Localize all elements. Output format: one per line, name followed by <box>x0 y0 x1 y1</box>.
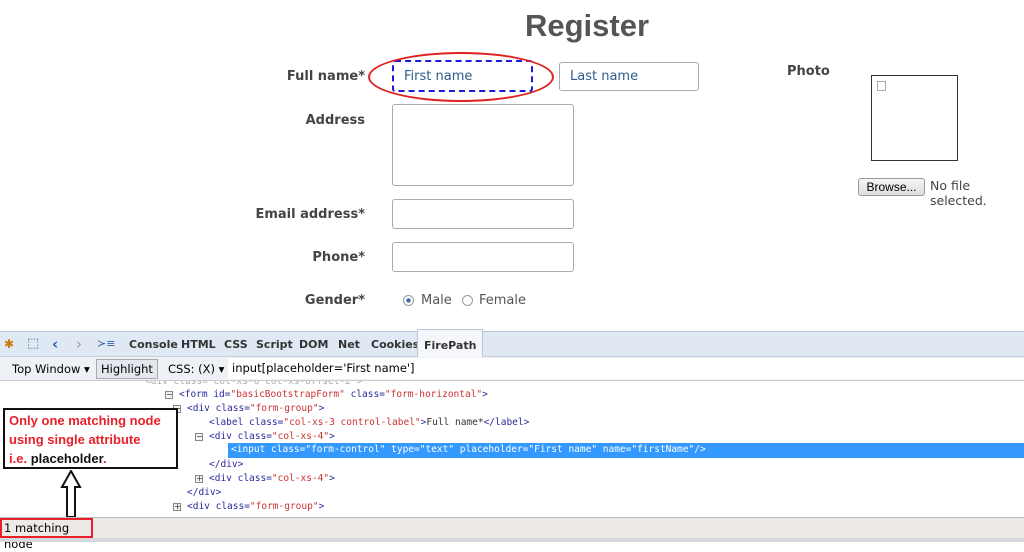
address-textarea[interactable] <box>392 104 574 186</box>
collapse-icon[interactable]: − <box>195 433 203 441</box>
firepath-toolbar: Top Window ▾ Highlight CSS: (X) ▾ input[… <box>0 357 1024 381</box>
full-name-label: Full name* <box>286 69 365 84</box>
phone-label: Phone* <box>312 250 365 265</box>
tab-script[interactable]: Script <box>256 332 293 358</box>
gender-label: Gender* <box>304 293 365 308</box>
tab-firepath[interactable]: FirePath ▾ <box>417 329 483 383</box>
window-select[interactable]: Top Window ▾ <box>12 362 90 376</box>
annotation-box: Only one matching node using single attr… <box>3 408 178 469</box>
selector-input[interactable]: input[placeholder='First name'] <box>228 358 1024 379</box>
selector-type-select[interactable]: CSS: (X) ▾ <box>168 362 224 376</box>
expand-icon[interactable]: + <box>173 503 181 511</box>
email-label: Email address* <box>255 207 365 222</box>
tree-row[interactable]: <label class="col-xs-3 control-label">Fu… <box>209 416 529 430</box>
last-name-placeholder: Last name <box>570 69 639 84</box>
address-label: Address <box>305 113 365 128</box>
tab-firepath-label: FirePath <box>424 339 477 352</box>
selector-type-value: CSS: (X) <box>168 362 216 376</box>
tree-row[interactable]: <div class="col-xs-4"> <box>209 472 335 486</box>
annotation-line: using single attribute <box>9 432 141 447</box>
broken-image-icon <box>877 81 886 91</box>
tab-dom[interactable]: DOM <box>299 332 328 358</box>
tree-row[interactable]: <form id="basicBootstrapForm" class="for… <box>179 388 488 402</box>
tree-row[interactable]: </div> <box>209 458 243 472</box>
bottom-strip <box>0 538 1024 542</box>
forward-icon[interactable]: › <box>76 335 82 353</box>
last-name-input[interactable]: Last name <box>559 62 699 91</box>
devtools-tabbar: ✱ ⬚ ‹ › ≻≡ Console HTML CSS Script DOM N… <box>0 329 1024 383</box>
match-count: 1 matching node <box>0 518 93 551</box>
male-label: Male <box>421 293 452 308</box>
window-select-value: Top Window <box>12 362 81 376</box>
tab-net[interactable]: Net <box>338 332 360 358</box>
page-title: Register <box>524 8 650 43</box>
tab-html[interactable]: HTML <box>181 332 216 358</box>
file-status: No file selected. <box>930 178 987 208</box>
phone-input[interactable] <box>392 242 574 272</box>
browse-button[interactable]: Browse... <box>858 178 925 196</box>
back-icon[interactable]: ‹ <box>52 335 58 353</box>
annotation-line: Only one matching node <box>9 413 161 428</box>
inspect-icon[interactable]: ⬚ <box>27 336 39 351</box>
firebug-icon[interactable]: ✱ <box>4 337 14 351</box>
highlight-ellipse <box>368 52 554 102</box>
photo-label: Photo <box>787 64 830 79</box>
tab-console[interactable]: Console <box>129 332 178 358</box>
tree-row-selected[interactable]: <input class="form-control" type="text" … <box>228 443 1024 458</box>
tree-row[interactable]: <div class="col-xs-4"> <box>209 430 335 444</box>
tree-row[interactable]: </div> <box>187 486 221 500</box>
tree-row[interactable]: <div class="form-group"> <box>187 402 324 416</box>
male-radio[interactable] <box>403 295 414 306</box>
female-label: Female <box>479 293 527 308</box>
photo-preview <box>871 75 958 161</box>
tab-cookies[interactable]: Cookies <box>371 332 419 358</box>
tab-css[interactable]: CSS <box>224 332 248 358</box>
tree-row[interactable]: <div class="form-group"> <box>187 500 324 514</box>
highlight-button[interactable]: Highlight <box>96 359 158 379</box>
female-radio[interactable] <box>462 295 473 306</box>
annotation-line: i.e. placeholder. <box>9 451 107 466</box>
status-bar: 1 matching node <box>0 517 1024 551</box>
collapse-icon[interactable]: − <box>165 391 173 399</box>
command-line-icon[interactable]: ≻≡ <box>97 337 115 350</box>
up-arrow-icon <box>60 470 82 518</box>
email-input[interactable] <box>392 199 574 229</box>
expand-icon[interactable]: + <box>195 475 203 483</box>
